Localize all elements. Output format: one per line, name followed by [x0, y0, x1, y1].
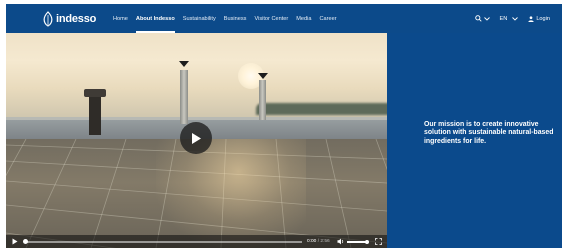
nav-item-home[interactable]: Home: [113, 4, 128, 33]
nav-item-career[interactable]: Career: [320, 4, 337, 33]
video-progress-knob[interactable]: [23, 239, 28, 244]
nav-item-media[interactable]: Media: [296, 4, 311, 33]
play-icon: [192, 132, 201, 144]
duration: / 2:56: [317, 238, 330, 244]
leaf-logo-icon: [43, 11, 53, 27]
search-icon: [474, 15, 482, 22]
logo-text: indesso: [56, 13, 97, 25]
play-icon[interactable]: [12, 238, 18, 245]
login-link[interactable]: Login: [528, 16, 550, 22]
video-sun-reflection: [156, 139, 306, 248]
video-treeline: [256, 103, 387, 115]
header-controls: EN Login: [474, 4, 550, 33]
login-label: Login: [536, 15, 550, 22]
mission-statement: Our mission is to create innovative solu…: [424, 121, 554, 145]
language-label: EN: [499, 15, 508, 22]
volume-icon[interactable]: [337, 238, 345, 245]
page: indesso Home About Indesso Sustainabilit…: [0, 0, 566, 249]
main-nav: Home About Indesso Sustainability Busine…: [113, 4, 337, 33]
nav-item-visitor-center[interactable]: Visitor Center: [254, 4, 288, 33]
nav-item-business[interactable]: Business: [224, 4, 247, 33]
video-play-button[interactable]: [180, 122, 212, 154]
volume-slider-knob[interactable]: [365, 239, 369, 244]
top-navigation-bar: indesso Home About Indesso Sustainabilit…: [6, 4, 562, 33]
chevron-down-icon: [512, 16, 519, 21]
volume-slider-track[interactable]: [347, 241, 367, 243]
video-pole-left: [180, 70, 188, 124]
video-pole-cap-left: [179, 61, 189, 67]
video-wall-edge: [6, 117, 387, 120]
video-pole-right: [259, 80, 266, 120]
nav-item-about-indesso[interactable]: About Indesso: [135, 4, 175, 33]
video-progress-track[interactable]: [24, 241, 302, 243]
current-time: 0:00: [307, 238, 317, 244]
mission-panel: Our mission is to create innovative solu…: [387, 33, 562, 248]
chevron-down-icon: [483, 16, 490, 21]
indesso-logo[interactable]: indesso: [42, 9, 96, 29]
search-dropdown[interactable]: [474, 15, 490, 22]
fullscreen-icon[interactable]: [375, 238, 382, 245]
video-roof-vent: [84, 89, 106, 135]
video-pole-cap-right: [258, 73, 268, 79]
video-control-bar: 0:00 / 2:56: [6, 235, 387, 248]
vent-cap: [84, 89, 106, 97]
hero-video[interactable]: 0:00 / 2:56: [6, 33, 387, 248]
video-time: 0:00 / 2:56: [307, 239, 330, 244]
user-icon: [528, 15, 534, 22]
nav-item-sustainability[interactable]: Sustainability: [183, 4, 216, 33]
vent-body: [89, 97, 101, 135]
language-selector[interactable]: EN: [500, 16, 519, 22]
